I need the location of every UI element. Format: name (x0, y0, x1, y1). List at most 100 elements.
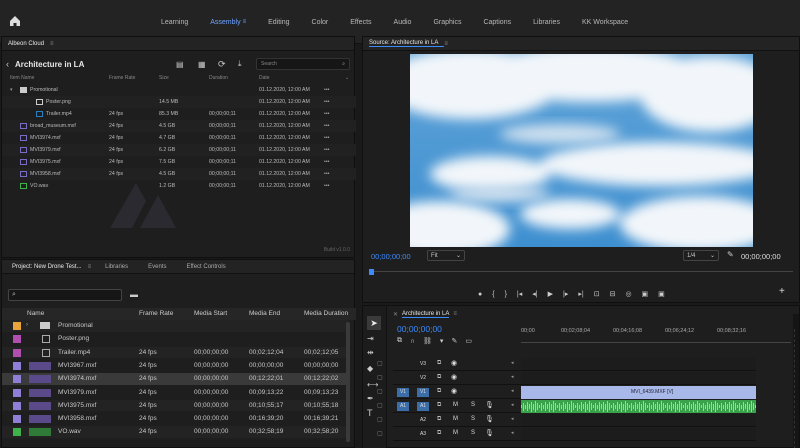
track-header[interactable]: V2 ▢ ⧉ ◉ (377, 372, 521, 385)
sync-lock-icon[interactable]: ⧉ (437, 374, 441, 381)
cloud-list-item[interactable]: MVI3958.mxf 24 fps 4.5 GB 00;00;00;11 01.12.… (2, 168, 356, 180)
cloud-list-item[interactable]: MVI3979.mxf 24 fps 6.2 GB 00;00;00;11 01.12.… (2, 144, 356, 156)
track-lane[interactable] (521, 358, 756, 371)
lock-icon[interactable]: ▢ (377, 360, 383, 367)
label-color-swatch[interactable] (13, 348, 21, 357)
source-scrub-bar[interactable] (369, 269, 793, 275)
mute-button[interactable]: M (453, 430, 458, 436)
col-media-start[interactable]: Media Start (194, 310, 227, 317)
fit-dropdown[interactable]: Fit ⌄ (427, 250, 465, 261)
button-a-icon[interactable]: ▣ (642, 290, 649, 298)
track-target[interactable]: A2 (417, 416, 429, 425)
mute-button[interactable]: M (453, 416, 458, 422)
col-frame-rate[interactable]: Frame Rate (139, 310, 173, 317)
download-icon[interactable]: ⤓ (238, 59, 242, 69)
keyframe-nav-icon[interactable]: ◂ (511, 374, 514, 380)
new-bin-icon[interactable]: ▬ (130, 290, 138, 299)
label-color-swatch[interactable] (13, 428, 21, 437)
track-header[interactable]: A3 ▢ ⧉ M S 🎙 (377, 428, 521, 441)
solo-button[interactable]: S (471, 416, 475, 422)
video-clip[interactable]: MVI_6439.MXF [V] (521, 386, 756, 399)
more-options-icon[interactable]: ••• (324, 147, 329, 153)
solo-button[interactable]: S (471, 402, 475, 408)
col-date[interactable]: Date (259, 75, 270, 81)
sync-lock-icon[interactable]: ⧉ (437, 360, 441, 367)
keyframe-nav-icon[interactable]: ◂ (511, 416, 514, 422)
more-options-icon[interactable]: ••• (324, 183, 329, 189)
expand-arrow-icon[interactable]: › (26, 322, 28, 328)
tab-events[interactable]: Events (148, 264, 186, 270)
project-search-input[interactable]: ⌕ (8, 289, 122, 301)
cloud-list-item[interactable]: Poster.png 14.5 MB 01.12.2020, 12:00 AM ••• (2, 96, 356, 108)
label-color-swatch[interactable] (13, 361, 21, 370)
keyframe-nav-icon[interactable]: ◂ (511, 388, 514, 394)
mark-out-icon[interactable]: } (505, 291, 507, 298)
cloud-search-input[interactable]: Search ⌕ (256, 58, 350, 70)
insert-icon[interactable]: ⊡ (594, 290, 600, 298)
col-media-end[interactable]: Media End (249, 310, 280, 317)
lock-icon[interactable]: ▢ (377, 416, 383, 423)
project-scrollbar[interactable] (346, 322, 350, 442)
play-icon[interactable]: ▶ (548, 290, 553, 298)
eye-icon[interactable]: ◉ (451, 373, 457, 381)
col-item-name[interactable]: Item Name (10, 75, 34, 81)
label-color-swatch[interactable] (13, 415, 21, 424)
microphone-icon[interactable]: 🎙 (485, 429, 494, 437)
track-header[interactable]: V3 ▢ ⧉ ◉ (377, 358, 521, 371)
track-header[interactable]: V1 V1 ▢ ⧉ ◉ (377, 386, 521, 399)
mute-button[interactable]: M (453, 402, 458, 408)
track-target[interactable]: V3 (417, 360, 429, 369)
new-folder-icon[interactable]: ▤ (176, 60, 184, 69)
project-list-item[interactable]: MVI3975.mxf 24 fps 00;00;00;00 00;10;55;17 0… (2, 399, 348, 412)
lock-icon[interactable]: ▢ (377, 374, 383, 381)
eye-icon[interactable]: ◉ (451, 387, 457, 395)
sort-icon[interactable]: ⌄ (345, 75, 349, 81)
microphone-icon[interactable]: 🎙 (485, 415, 494, 423)
project-list-item[interactable]: MVI3967.mxf 24 fps 00;00;00;00 00;00;00;00 0… (2, 359, 348, 372)
more-options-icon[interactable]: ••• (324, 123, 329, 129)
sync-icon[interactable]: ▦ (198, 60, 206, 69)
col-media-duration[interactable]: Media Duration (304, 310, 354, 317)
refresh-icon[interactable]: ⟳ (218, 59, 226, 70)
timeline-timecode[interactable]: 00;00;00;00 (397, 324, 442, 334)
more-options-icon[interactable]: ••• (324, 159, 329, 165)
project-list-item[interactable]: Trailer.mp4 24 fps 00;00;00;00 00;02;12;04 0… (2, 346, 348, 359)
track-lane[interactable] (521, 428, 756, 441)
tab-cloud[interactable]: Albeon Cloud (8, 41, 50, 47)
cloud-list-item[interactable]: broad_museum.mxf 24 fps 4.5 GB 00;00;00;11 0… (2, 120, 356, 132)
project-list-item[interactable]: VO.wav 24 fps 00;00;00;00 00;32;58;19 00;32;… (2, 426, 348, 438)
project-list-item[interactable]: MVI3958.mxf 24 fps 00;00;00;00 00;16;39;20 0… (2, 413, 348, 425)
label-color-swatch[interactable] (13, 388, 21, 397)
label-color-swatch[interactable] (13, 322, 21, 330)
lock-icon[interactable]: ▢ (377, 402, 383, 409)
tab-project[interactable]: Project: New Drone Test... (8, 264, 88, 270)
home-icon[interactable] (8, 14, 22, 28)
go-to-in-icon[interactable]: |◂ (517, 290, 522, 298)
project-list-item[interactable]: › Promotional (2, 320, 348, 332)
tab-libraries-panel[interactable]: Libraries (105, 264, 148, 270)
back-icon[interactable]: ‹ (6, 59, 9, 69)
overwrite-icon[interactable]: ⊟ (610, 290, 616, 298)
keyframe-nav-icon[interactable]: ◂ (511, 360, 514, 366)
source-menu-icon[interactable]: ≡ (444, 41, 448, 47)
track-header[interactable]: A1 A1 ▢ ⧉ M S 🎙 (377, 400, 521, 413)
col-name[interactable]: Name (27, 310, 44, 317)
step-back-icon[interactable]: ◂| (532, 290, 537, 298)
more-options-icon[interactable]: ••• (324, 135, 329, 141)
track-lane[interactable] (521, 414, 756, 427)
nest-icon[interactable]: ⧉ (397, 337, 402, 345)
project-menu-icon[interactable]: ≡ (88, 264, 92, 270)
col-duration[interactable]: Duration (209, 75, 228, 81)
tab-source[interactable]: Source: Architecture in LA (369, 40, 445, 47)
close-icon[interactable]: ✕ (393, 311, 398, 318)
timeline-menu-icon[interactable]: ≡ (453, 311, 457, 317)
track-lane[interactable]: MVI_6439.MXF [V] (521, 386, 756, 399)
source-timecode-in[interactable]: 00;00;00;00 (371, 252, 411, 261)
button-b-icon[interactable]: ▣ (658, 290, 665, 298)
project-list-item[interactable]: Poster.png (2, 333, 348, 345)
selection-tool-icon[interactable]: ➤ (367, 316, 381, 330)
more-options-icon[interactable]: ••• (324, 171, 329, 177)
cloud-list-item[interactable]: Trailer.mp4 24 fps 85.3 MB 00;00;00;11 01.12… (2, 108, 356, 120)
track-target[interactable]: A1 (417, 402, 429, 411)
project-list-item[interactable]: MVI3979.mxf 24 fps 00;00;00;00 00;09;13;22 0… (2, 386, 348, 398)
